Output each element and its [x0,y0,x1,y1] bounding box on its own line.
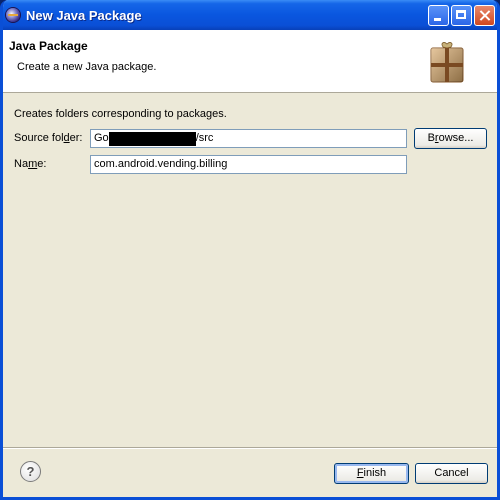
browse-button[interactable]: Browse... [414,128,487,149]
name-label: Name: [14,158,47,170]
source-folder-prefix: Go [94,132,109,144]
separator [3,447,497,449]
intro-text: Creates folders corresponding to package… [14,108,227,120]
finish-button[interactable]: Finish [334,463,409,484]
eclipse-icon [6,8,20,22]
help-icon[interactable]: ? [20,461,41,482]
wizard-header: Java Package Create a new Java package. [3,30,497,93]
new-java-package-dialog: New Java Package Java Package Create a n… [0,0,500,500]
source-folder-suffix: /src [195,132,214,144]
maximize-button[interactable] [451,5,472,26]
window-title: New Java Package [26,8,142,23]
page-title: Java Package [9,39,88,53]
source-folder-label: Source folder: [14,132,83,144]
source-folder-input[interactable]: Go/src [90,129,407,148]
package-box-icon [430,42,464,83]
close-button[interactable] [474,5,495,26]
minimize-button[interactable] [428,5,449,26]
title-bar[interactable]: New Java Package [3,0,497,30]
cancel-button[interactable]: Cancel [415,463,488,484]
name-input[interactable]: com.android.vending.billing [90,155,407,174]
redacted-block [108,132,196,146]
page-description: Create a new Java package. [17,61,157,73]
